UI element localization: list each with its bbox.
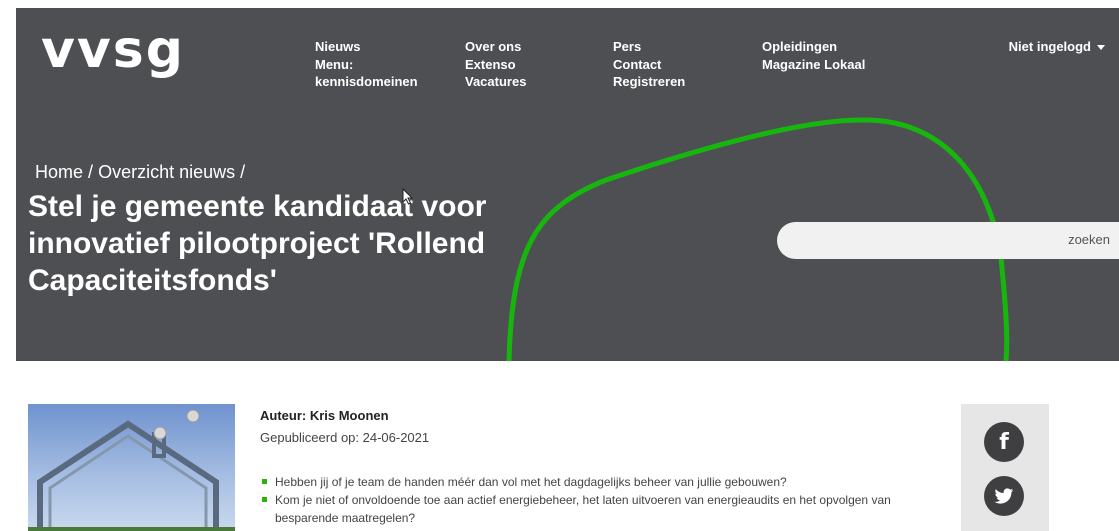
- nav-link-over-ons[interactable]: Over ons: [465, 38, 526, 56]
- caret-down-icon: [1097, 45, 1105, 51]
- mouse-cursor-icon: [402, 188, 414, 205]
- hero-header: vvsg Nieuws Menu: kennisdomeinen Over on…: [16, 8, 1119, 361]
- breadcrumb: Home / Overzicht nieuws /: [35, 160, 245, 184]
- nav-column-4: Opleidingen Magazine Lokaal: [762, 38, 865, 73]
- top-strip: [0, 0, 1119, 8]
- nav-link-registreren[interactable]: Registreren: [613, 73, 685, 91]
- nav-link-vacatures[interactable]: Vacatures: [465, 73, 526, 91]
- search-button[interactable]: zoeken: [1068, 232, 1110, 247]
- breadcrumb-separator: /: [240, 162, 246, 182]
- twitter-icon: [994, 487, 1014, 504]
- nav-link-kennisdomeinen[interactable]: kennisdomeinen: [315, 73, 418, 91]
- share-panel: f: [961, 404, 1049, 531]
- breadcrumb-home[interactable]: Home: [35, 162, 83, 182]
- facebook-share-button[interactable]: f: [984, 422, 1024, 462]
- nav-column-3: Pers Contact Registreren: [613, 38, 685, 91]
- nav-link-menu[interactable]: Menu:: [315, 56, 418, 74]
- article-image: [28, 404, 235, 531]
- house-illustration: [28, 404, 235, 531]
- user-menu-label: Niet ingelogd: [1008, 39, 1091, 54]
- search-input[interactable]: zoeken: [777, 222, 1119, 259]
- user-menu-toggle[interactable]: Niet ingelogd: [1009, 38, 1105, 56]
- facebook-icon: f: [999, 429, 1009, 455]
- nav-column-2: Over ons Extenso Vacatures: [465, 38, 526, 91]
- nav-link-contact[interactable]: Contact: [613, 56, 685, 74]
- nav-link-extenso[interactable]: Extenso: [465, 56, 526, 74]
- article-bullet-list: Hebben jij of je team de handen méér dan…: [262, 473, 902, 527]
- list-item: Kom je niet of onvoldoende toe aan actie…: [262, 491, 902, 527]
- twitter-share-button[interactable]: [984, 476, 1024, 516]
- breadcrumb-separator: /: [88, 162, 94, 182]
- breadcrumb-overzicht-nieuws[interactable]: Overzicht nieuws: [98, 162, 235, 182]
- nav-link-magazine-lokaal[interactable]: Magazine Lokaal: [762, 56, 865, 74]
- article-author: Auteur: Kris Moonen: [260, 408, 389, 423]
- nav-link-opleidingen[interactable]: Opleidingen: [762, 38, 865, 56]
- nav-column-1: Nieuws Menu: kennisdomeinen: [315, 38, 418, 91]
- vvsg-logo[interactable]: vvsg: [41, 20, 185, 80]
- article-published-date: Gepubliceerd op: 24-06-2021: [260, 430, 430, 445]
- page-title: Stel je gemeente kandidaat voor innovati…: [28, 190, 487, 297]
- list-item: Hebben jij of je team de handen méér dan…: [262, 473, 902, 491]
- nav-link-nieuws[interactable]: Nieuws: [315, 38, 418, 56]
- nav-link-pers[interactable]: Pers: [613, 38, 685, 56]
